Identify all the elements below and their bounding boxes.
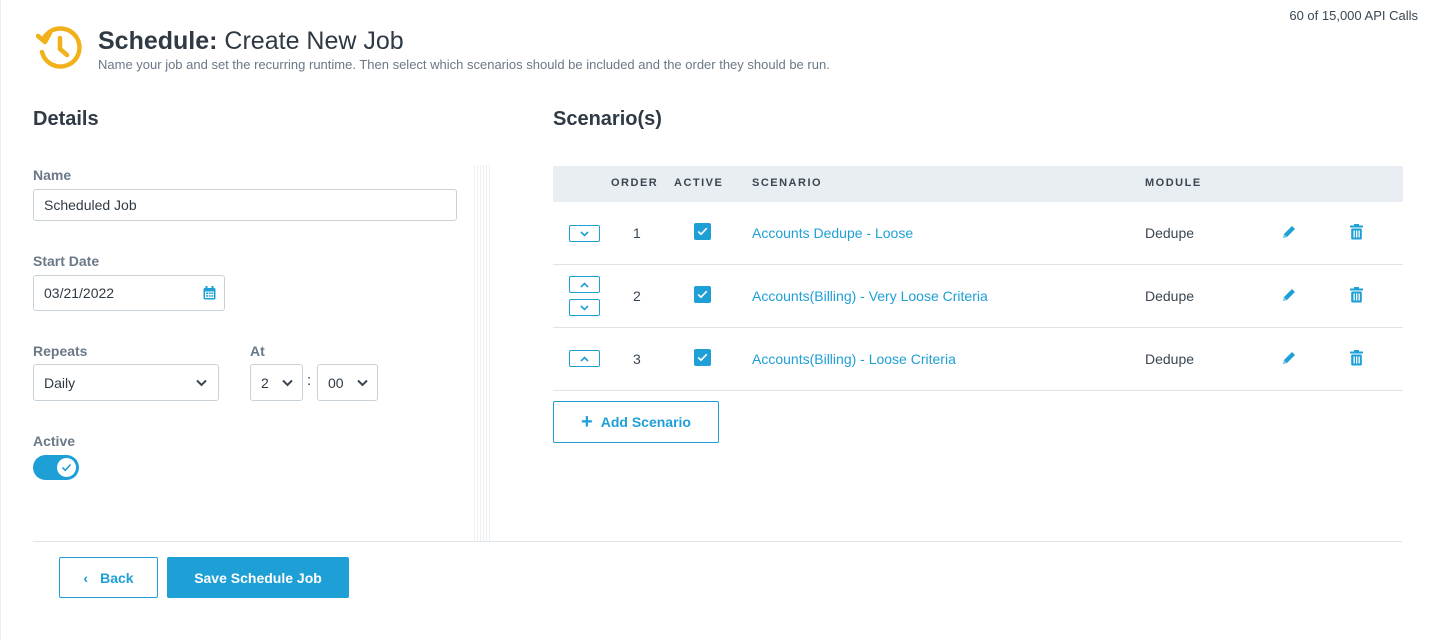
table-row: 2 Accounts(Billing) - Very Loose Criteri… [553, 265, 1403, 328]
module-name: Dedupe [1145, 288, 1195, 304]
time-separator: : [307, 372, 312, 389]
column-scenario: SCENARIO [752, 177, 823, 189]
edit-pencil-icon[interactable] [1281, 224, 1297, 240]
order-number: 1 [633, 225, 641, 241]
chevron-up-icon [580, 281, 589, 288]
hour-select[interactable]: 2 [250, 364, 303, 401]
scenario-link[interactable]: Accounts(Billing) - Very Loose Criteria [752, 288, 988, 304]
page-header: Schedule: Create New Job Name your job a… [36, 22, 830, 72]
table-row: 3 Accounts(Billing) - Loose Criteria Ded… [553, 328, 1403, 391]
repeats-value: Daily [44, 374, 76, 391]
check-icon [697, 227, 708, 236]
table-row: 1 Accounts Dedupe - Loose Dedupe [553, 202, 1403, 265]
trash-icon[interactable] [1350, 224, 1363, 240]
plus-icon: + [581, 411, 593, 433]
chevron-down-icon [282, 379, 293, 387]
active-checkbox[interactable] [694, 286, 711, 303]
column-order: ORDER [611, 177, 659, 189]
add-scenario-button[interactable]: + Add Scenario [553, 401, 719, 443]
window-edge [0, 0, 3, 640]
table-header: ORDER ACTIVE SCENARIO MODULE [553, 166, 1403, 202]
check-icon [697, 290, 708, 299]
name-value: Scheduled Job [44, 197, 137, 213]
chevron-down-icon [580, 230, 589, 237]
chevron-down-icon [357, 379, 368, 387]
hour-value: 2 [261, 374, 269, 391]
scenario-link[interactable]: Accounts Dedupe - Loose [752, 225, 913, 241]
chevron-left-icon: ‹ [83, 569, 89, 586]
scenarios-table: ORDER ACTIVE SCENARIO MODULE 1 Accounts … [553, 166, 1403, 391]
repeats-select[interactable]: Daily [33, 364, 219, 401]
edit-pencil-icon[interactable] [1281, 287, 1297, 303]
check-icon [697, 353, 708, 362]
add-scenario-label: Add Scenario [600, 414, 691, 430]
module-name: Dedupe [1145, 351, 1195, 367]
order-number: 2 [633, 288, 641, 304]
trash-icon[interactable] [1350, 287, 1363, 303]
move-down-button[interactable] [569, 299, 600, 316]
chevron-down-icon [580, 304, 589, 311]
start-date-value: 03/21/2022 [44, 285, 115, 301]
module-name: Dedupe [1145, 225, 1195, 241]
minute-select[interactable]: 00 [317, 364, 378, 401]
move-up-button[interactable] [569, 276, 600, 293]
move-up-button[interactable] [569, 350, 600, 367]
api-usage-counter: 60 of 15,000 API Calls [1289, 8, 1418, 23]
move-down-button[interactable] [569, 225, 600, 242]
chevron-up-icon [580, 355, 589, 362]
start-date-input[interactable]: 03/21/2022 [33, 275, 225, 311]
back-button[interactable]: ‹ Back [59, 557, 158, 598]
at-label: At [250, 343, 265, 359]
active-label: Active [33, 433, 76, 449]
back-label: Back [100, 569, 134, 586]
active-checkbox[interactable] [694, 223, 711, 240]
details-heading: Details [33, 108, 99, 130]
column-active: ACTIVE [674, 177, 724, 189]
active-toggle[interactable] [33, 455, 79, 480]
name-input[interactable]: Scheduled Job [33, 189, 457, 221]
repeats-label: Repeats [33, 343, 88, 359]
page-subtitle: Name your job and set the recurring runt… [98, 57, 830, 72]
page-title: Schedule: Create New Job [98, 27, 404, 55]
order-number: 3 [633, 351, 641, 367]
calendar-icon[interactable] [203, 286, 216, 300]
save-schedule-job-button[interactable]: Save Schedule Job [167, 557, 349, 598]
check-icon [61, 463, 72, 472]
start-date-label: Start Date [33, 253, 100, 269]
name-label: Name [33, 167, 72, 183]
trash-icon[interactable] [1350, 350, 1363, 366]
edit-pencil-icon[interactable] [1281, 350, 1297, 366]
column-module: MODULE [1145, 177, 1202, 189]
toggle-knob [57, 458, 76, 477]
schedule-clock-icon [36, 26, 82, 69]
scenarios-heading: Scenario(s) [553, 108, 662, 130]
scenario-link[interactable]: Accounts(Billing) - Loose Criteria [752, 351, 956, 367]
active-checkbox[interactable] [694, 349, 711, 366]
chevron-down-icon [196, 379, 207, 387]
minute-value: 00 [328, 374, 344, 391]
column-divider [474, 165, 490, 541]
footer-divider [33, 541, 1402, 542]
save-label: Save Schedule Job [194, 569, 322, 586]
